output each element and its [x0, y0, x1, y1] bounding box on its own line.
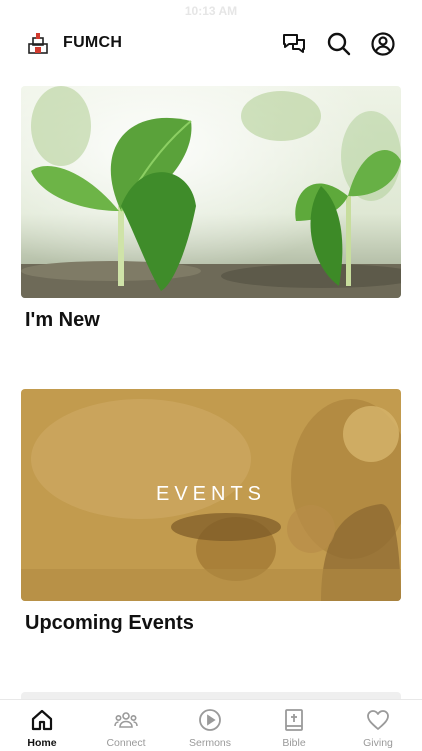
account-icon: [371, 32, 395, 56]
status-bar-time: 10:13 AM: [184, 4, 238, 18]
account-button[interactable]: [370, 31, 396, 57]
play-circle-icon: [199, 709, 221, 731]
tab-bible-label: Bible: [282, 737, 306, 749]
seedlings-photo: [21, 86, 401, 298]
messages-button[interactable]: [281, 31, 307, 57]
app-header: FUMCH: [0, 28, 422, 60]
bible-icon: [285, 709, 303, 731]
upcoming-events-title[interactable]: Upcoming Events: [25, 612, 194, 635]
tab-home[interactable]: Home: [0, 700, 84, 751]
home-icon: [31, 709, 53, 731]
tab-giving-label: Giving: [363, 737, 393, 749]
messages-icon: [283, 34, 305, 53]
im-new-title[interactable]: I'm New: [25, 309, 100, 332]
tab-sermons-label: Sermons: [188, 737, 231, 749]
upcoming-events-card[interactable]: EVENTS: [21, 389, 401, 601]
app-title: FUMCH: [63, 34, 123, 51]
people-group-icon: [114, 712, 138, 728]
search-icon: [327, 32, 351, 56]
im-new-card[interactable]: [21, 86, 401, 298]
heart-icon: [367, 710, 389, 730]
tab-sermons[interactable]: Sermons: [168, 700, 252, 751]
bottom-tab-bar: Home Connect Sermons Bible Giving: [0, 699, 422, 751]
tab-connect-label: Connect: [106, 737, 146, 749]
tab-giving[interactable]: Giving: [336, 700, 420, 751]
search-button[interactable]: [326, 31, 352, 57]
tab-connect[interactable]: Connect: [84, 700, 168, 751]
tab-home-label: Home: [27, 737, 57, 749]
events-overlay-text: EVENTS: [155, 483, 267, 505]
tab-bible[interactable]: Bible: [252, 700, 336, 751]
church-logo-icon: [28, 33, 48, 54]
